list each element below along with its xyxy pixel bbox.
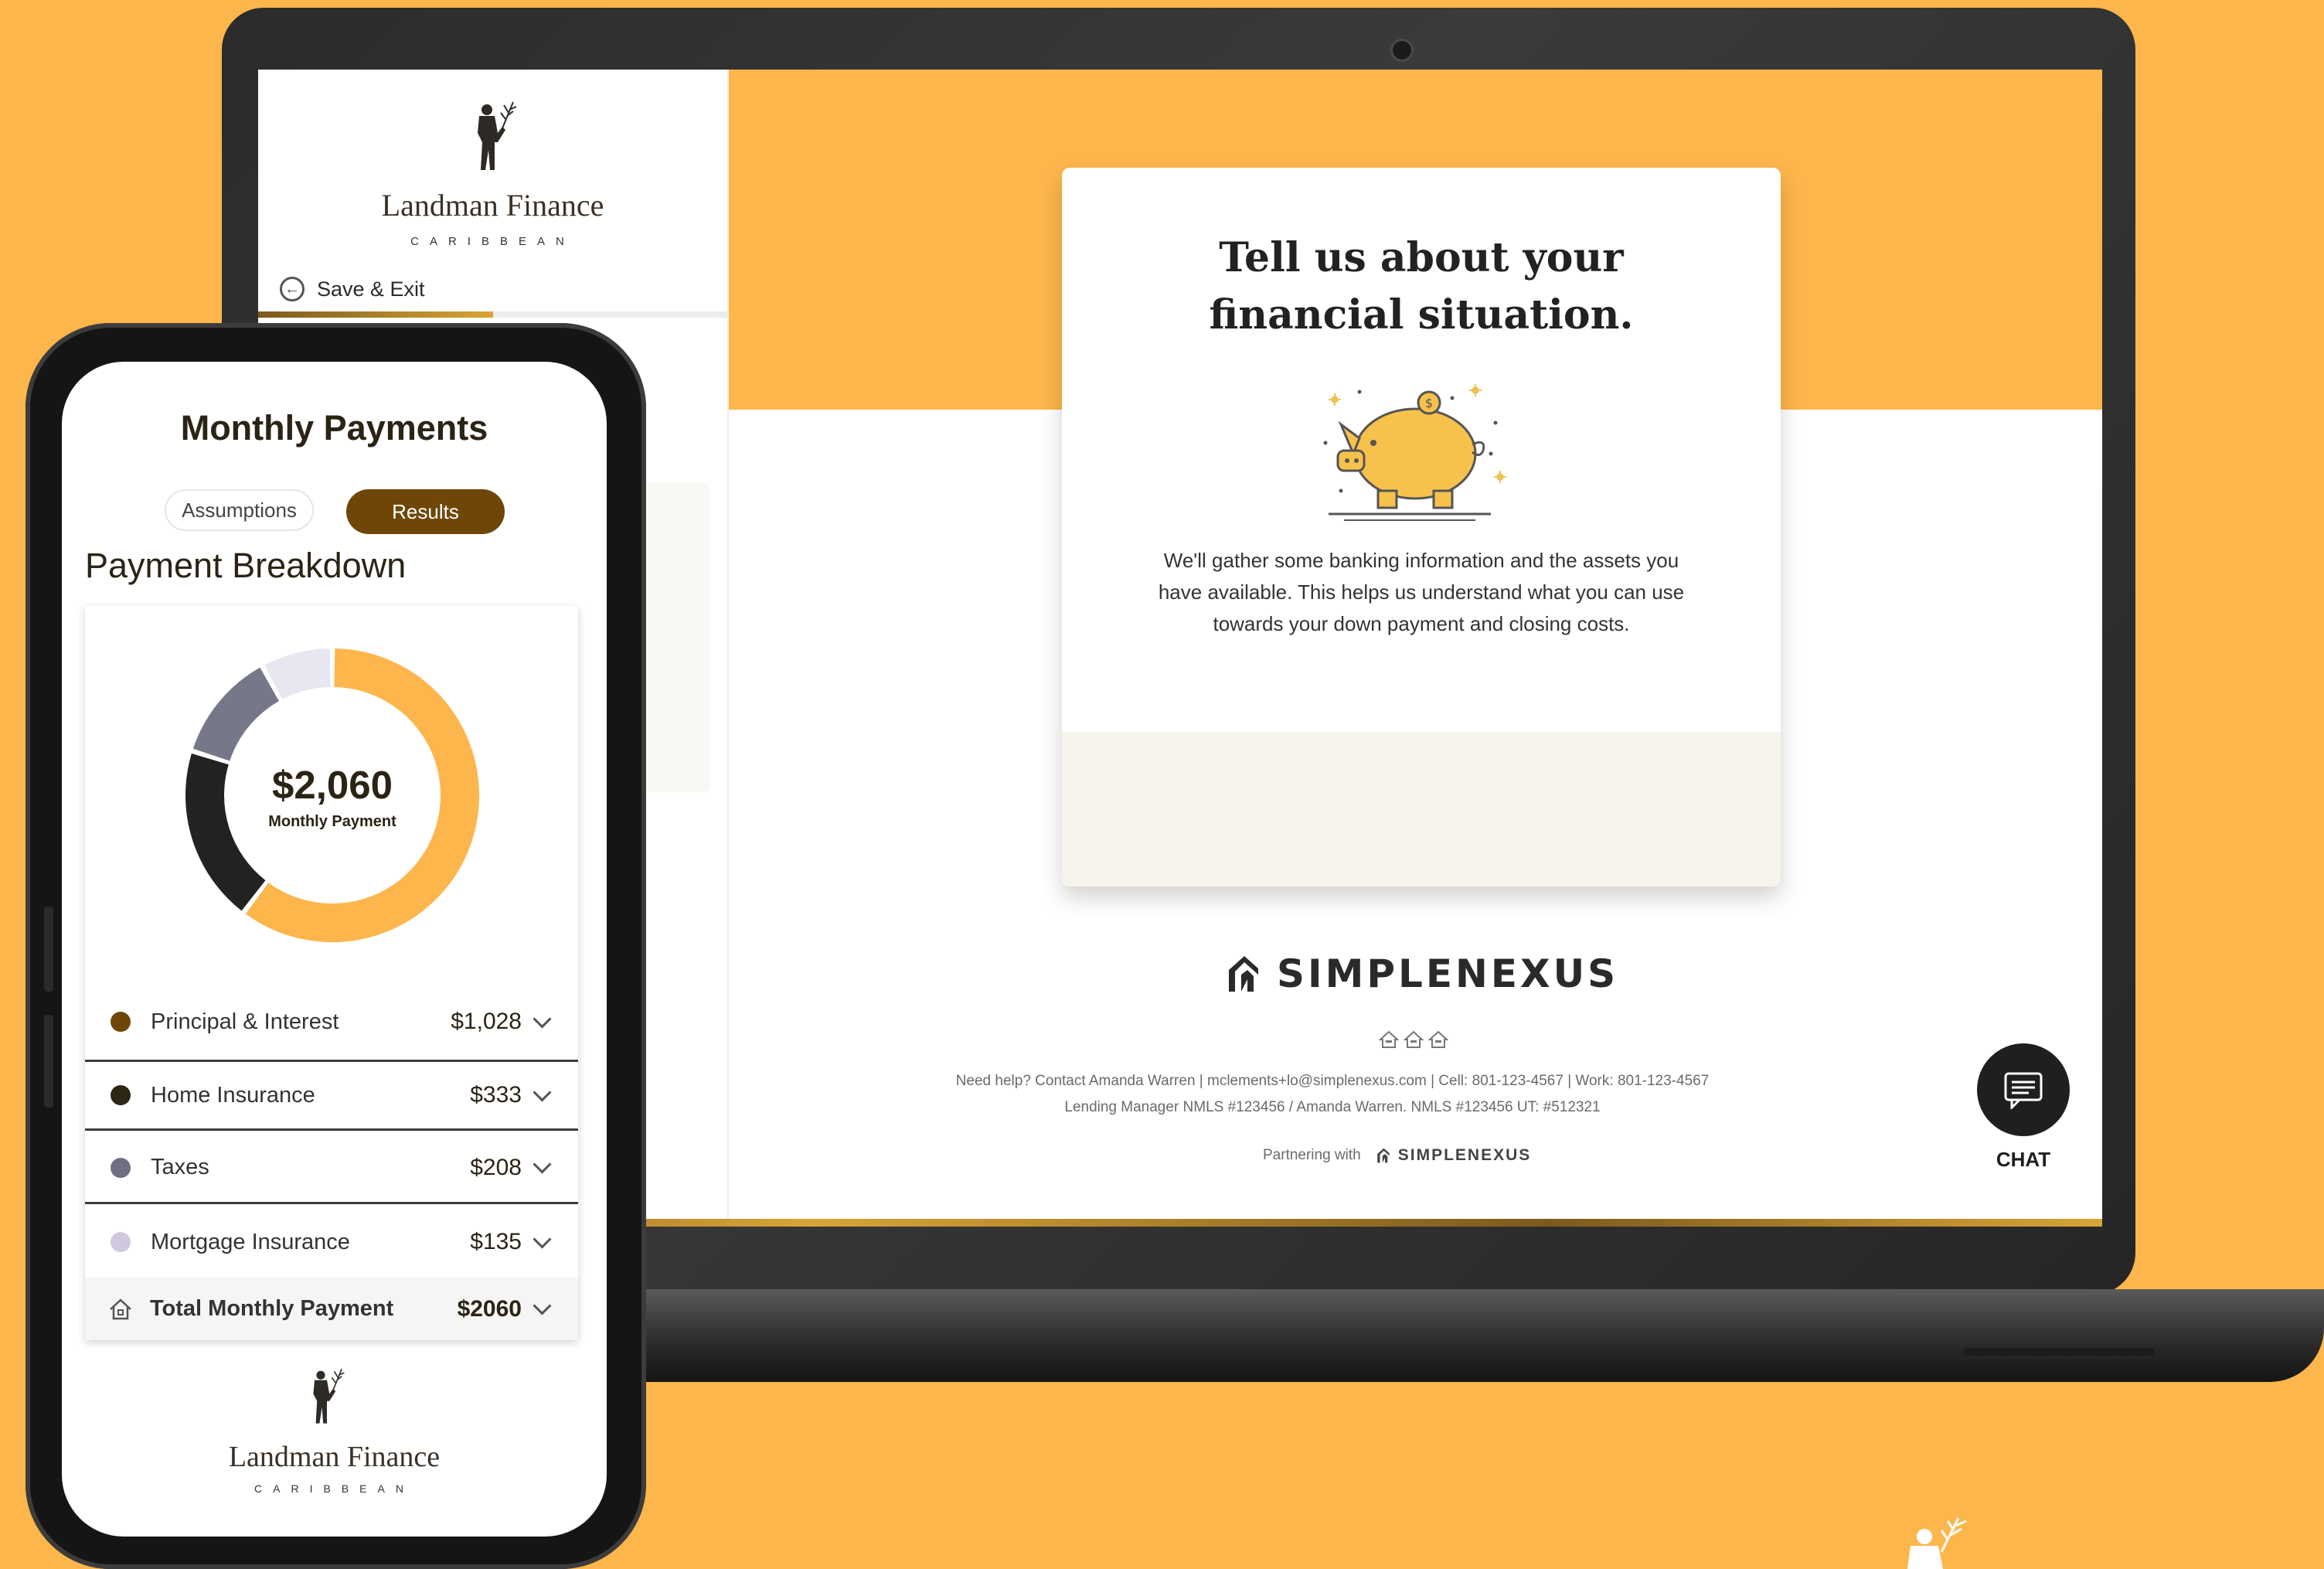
phone-page-title: Monthly Payments	[180, 408, 488, 448]
chevron-down-icon	[533, 1155, 552, 1174]
donut-center-label: Monthly Payment	[268, 813, 396, 830]
donut-center-value: $2,060	[272, 763, 393, 807]
payment-row-label: Taxes	[151, 1155, 209, 1179]
donut-segment-2	[192, 667, 280, 762]
legend-dot	[111, 1157, 131, 1178]
camera-icon	[1390, 39, 1414, 62]
legend-dot	[111, 1085, 131, 1105]
save-exit-button[interactable]: ← Save & Exit	[280, 272, 425, 306]
simplenexus-mark-small-icon	[1376, 1148, 1390, 1163]
brand-name: Landman Finance	[228, 1441, 441, 1473]
total-amount: $2060	[457, 1295, 522, 1322]
equal-housing-icon	[1428, 1030, 1448, 1048]
chevron-down-icon	[533, 1296, 552, 1315]
chat-button[interactable]	[1977, 1043, 2070, 1136]
card-title-line-2: financial situation.	[1209, 291, 1634, 339]
phone-screen: Monthly Payments Assumptions Results Pay…	[62, 362, 607, 1537]
svg-text:$: $	[1425, 396, 1433, 410]
chat-icon	[2004, 1072, 2043, 1109]
card-body-line-1: We'll gather some banking information an…	[1163, 549, 1679, 572]
chat-label: CHAT	[1996, 1148, 2051, 1171]
info-card: Tell us about your financial situation.	[1062, 168, 1781, 887]
simplenexus-wordmark: SIMPLENEXUS	[1277, 951, 1619, 996]
payment-row-label: Mortgage Insurance	[151, 1229, 350, 1254]
payment-row-taxes[interactable]: Taxes $208	[85, 1133, 578, 1204]
card-body-line-3: towards your down payment and closing co…	[1213, 612, 1630, 635]
home-icon	[110, 1298, 131, 1319]
equal-housing-icon	[1379, 1030, 1399, 1048]
phone-side-button	[44, 1015, 53, 1108]
payment-donut-chart: $2,060 Monthly Payment	[182, 645, 483, 946]
save-exit-label: Save & Exit	[317, 277, 425, 301]
total-label: Total Monthly Payment	[150, 1296, 394, 1321]
nmls-license-line: Lending Manager NMLS #123456 / Amanda Wa…	[1064, 1099, 1601, 1115]
card-body-line-2: have available. This helps us understand…	[1158, 580, 1685, 604]
simplenexus-mark-icon	[1229, 956, 1258, 992]
payment-breakdown-card: $2,060 Monthly Payment Principal & Inter…	[85, 606, 578, 1340]
phone-brand-logo: Landman Finance CARIBBEAN	[62, 1366, 607, 1521]
payment-row-label: Principal & Interest	[151, 1009, 339, 1034]
partner-brand: SIMPLENEXUS	[1397, 1146, 1532, 1164]
landman-figure-white-icon	[1907, 1517, 1967, 1569]
partnering-label: Partnering with	[1263, 1147, 1361, 1163]
back-arrow-icon: ←	[280, 277, 305, 301]
legend-dot	[111, 1232, 131, 1252]
payment-row-total[interactable]: Total Monthly Payment $2060	[85, 1278, 578, 1340]
brand-tagline: CARIBBEAN	[254, 1482, 414, 1495]
payment-row-home-insurance[interactable]: Home Insurance $333	[85, 1060, 578, 1131]
laptop-notch	[1963, 1348, 2155, 1356]
payment-row-amount: $1,028	[451, 1009, 522, 1034]
payment-row-amount: $333	[470, 1082, 522, 1108]
piggy-bank-icon: $	[1323, 384, 1506, 521]
brand-name: Landman Finance	[381, 188, 604, 223]
card-title: Tell us about your financial situation.	[1062, 230, 1781, 344]
landman-figure-icon	[478, 101, 517, 170]
card-footer-area	[1062, 732, 1781, 887]
phone-side-button	[44, 907, 53, 992]
chevron-down-icon	[533, 1082, 552, 1102]
legend-dot	[111, 1012, 131, 1032]
landman-figure-icon	[313, 1368, 345, 1424]
card-body-text: We'll gather some banking information an…	[1139, 545, 1703, 640]
partnering-line: Partnering with SIMPLENEXUS	[1263, 1146, 1649, 1165]
brand-tagline: CARIBBEAN	[410, 235, 575, 248]
simplenexus-logo: SIMPLENEXUS	[1224, 951, 1618, 997]
chevron-down-icon	[533, 1009, 552, 1029]
payment-row-label: Home Insurance	[151, 1082, 315, 1108]
donut-segment-3	[264, 648, 332, 700]
equal-housing-icon	[1404, 1030, 1424, 1048]
progress-bar-fill	[258, 311, 493, 318]
chevron-down-icon	[533, 1229, 552, 1249]
help-contact-line: Need help? Contact Amanda Warren | mclem…	[955, 1073, 1710, 1089]
payment-row-amount: $208	[470, 1154, 522, 1180]
card-title-line-1: Tell us about your	[1219, 234, 1624, 281]
payment-row-principal-interest[interactable]: Principal & Interest $1,028	[85, 986, 578, 1057]
tab-assumptions[interactable]: Assumptions	[165, 489, 314, 531]
payment-breakdown-heading: Payment Breakdown	[85, 546, 407, 585]
progress-bar	[258, 311, 727, 318]
payment-row-mortgage-insurance[interactable]: Mortgage Insurance $135	[85, 1207, 578, 1278]
payment-row-amount: $135	[470, 1229, 522, 1254]
equal-housing-icons	[1379, 1030, 1448, 1050]
tab-results[interactable]: Results	[346, 489, 505, 534]
